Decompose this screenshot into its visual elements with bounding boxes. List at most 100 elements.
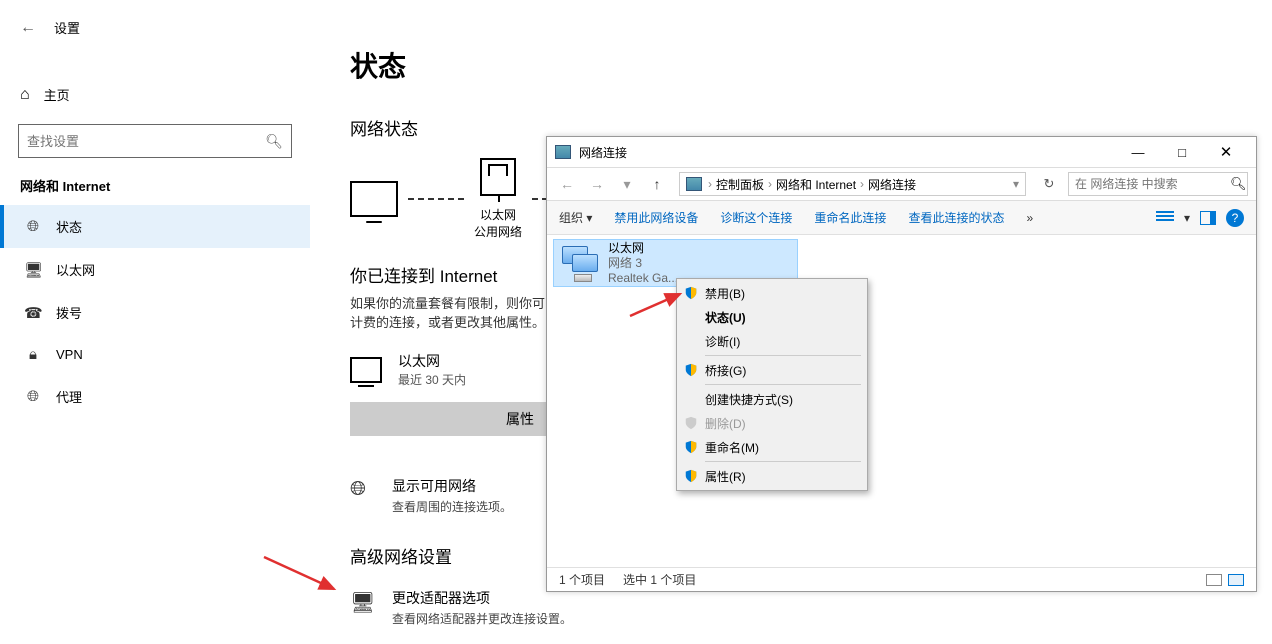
ctx-separator [705, 461, 861, 462]
nc-title: 网络连接 [579, 144, 1116, 161]
home-icon: ⌂ [20, 86, 30, 104]
dialup-icon: ☎︎ [24, 304, 42, 322]
ctx-status[interactable]: 状态(U) [679, 305, 865, 329]
details-view-icon[interactable] [1206, 574, 1222, 586]
settings-title: 设置 [54, 18, 80, 37]
sidebar-item-label: VPN [56, 347, 83, 362]
toolbar-disable[interactable]: 禁用此网络设备 [614, 209, 698, 226]
globe-icon: 🌐︎ [350, 476, 378, 501]
nav-dropdown[interactable]: ▾ [615, 172, 639, 196]
ctx-separator [705, 355, 861, 356]
show-networks-desc: 查看周围的连接选项。 [392, 498, 512, 515]
sidebar-item-proxy[interactable]: 🌐︎ 代理 [0, 375, 310, 418]
diagram-ethernet: 以太网 公用网络 [474, 158, 522, 240]
ethernet-icon: 🖥︎ [24, 261, 42, 279]
adapter-name: 以太网 [608, 241, 678, 256]
ethernet-info-sub: 最近 30 天内 [398, 371, 466, 388]
nc-titlebar: 网络连接 — □ ✕ [547, 137, 1256, 167]
sidebar-home[interactable]: ⌂ 主页 [0, 75, 310, 114]
settings-header: ← 设置 [0, 10, 310, 45]
nc-titlebar-icon [555, 145, 571, 159]
search-icon: 🔍︎ [1230, 176, 1247, 192]
view-mode-icons[interactable] [1206, 574, 1244, 586]
shield-icon [683, 362, 699, 378]
toolbar-view-status[interactable]: 查看此连接的状态 [908, 209, 1004, 226]
large-icons-view-icon[interactable] [1228, 574, 1244, 586]
sidebar-item-label: 拨号 [56, 303, 82, 322]
diagram-line [408, 198, 464, 200]
ctx-rename[interactable]: 重命名(M) [679, 435, 865, 459]
ethernet-icon [480, 158, 516, 196]
adapter-icon: 🖥︎ [350, 588, 378, 615]
refresh-button[interactable]: ↻ [1036, 172, 1062, 196]
nc-navrow: ← → ▾ ↑ › 控制面板 › 网络和 Internet › 网络连接 ▾ ↻… [547, 167, 1256, 201]
minimize-button[interactable]: — [1116, 138, 1160, 166]
breadcrumb[interactable]: › 控制面板 › 网络和 Internet › 网络连接 ▾ [679, 172, 1026, 196]
vpn-icon: 🔒︎ [24, 346, 42, 363]
sidebar-item-label: 代理 [56, 387, 82, 406]
ctx-disable[interactable]: 禁用(B) [679, 281, 865, 305]
sidebar-item-status[interactable]: 🌐︎ 状态 [0, 205, 310, 248]
ctx-shortcut[interactable]: 创建快捷方式(S) [679, 387, 865, 411]
search-input[interactable] [27, 134, 265, 149]
preview-pane-icon[interactable] [1200, 211, 1216, 225]
sidebar-item-dialup[interactable]: ☎︎ 拨号 [0, 291, 310, 334]
back-icon[interactable]: ← [20, 19, 36, 37]
ethernet-info-name: 以太网 [398, 351, 466, 371]
ethernet-info-icon [350, 357, 382, 383]
show-networks-title: 显示可用网络 [392, 476, 512, 496]
chevron-down-icon[interactable]: ▾ [1184, 211, 1190, 225]
adapter-options-link[interactable]: 🖥︎ 更改适配器选项 查看网络适配器并更改连接设置。 [350, 588, 1272, 627]
nav-up-button[interactable]: ↑ [645, 172, 669, 196]
close-button[interactable]: ✕ [1204, 138, 1248, 166]
toolbar-diagnose[interactable]: 诊断这个连接 [720, 209, 792, 226]
sidebar-item-label: 状态 [56, 217, 82, 236]
diagram-eth-sub: 公用网络 [474, 223, 522, 240]
adapter-options-title: 更改适配器选项 [392, 588, 572, 608]
ctx-separator [705, 384, 861, 385]
maximize-button[interactable]: □ [1160, 138, 1204, 166]
nav-back-button[interactable]: ← [555, 172, 579, 196]
shield-icon [683, 468, 699, 484]
page-title: 状态 [350, 45, 1272, 85]
adapter-options-desc: 查看网络适配器并更改连接设置。 [392, 610, 572, 627]
sidebar-item-ethernet[interactable]: 🖥︎ 以太网 [0, 248, 310, 291]
toolbar-organize[interactable]: 组织 ▾ [559, 209, 592, 226]
adapter-icon [560, 244, 600, 282]
status-icon: 🌐︎ [24, 218, 42, 235]
breadcrumb-icon [686, 177, 702, 191]
view-options-icon[interactable] [1156, 211, 1174, 225]
ctx-bridge[interactable]: 桥接(G) [679, 358, 865, 382]
nc-search-input[interactable] [1075, 177, 1230, 191]
shield-icon [683, 415, 699, 431]
home-label: 主页 [44, 85, 70, 104]
ctx-properties[interactable]: 属性(R) [679, 464, 865, 488]
settings-sidebar: ← 设置 ⌂ 主页 🔍︎ 网络和 Internet 🌐︎ 状态 🖥︎ 以太网 ☎… [0, 0, 310, 644]
ctx-delete: 删除(D) [679, 411, 865, 435]
network-connections-window: 网络连接 — □ ✕ ← → ▾ ↑ › 控制面板 › 网络和 Internet… [546, 136, 1257, 592]
breadcrumb-item[interactable]: 控制面板 [716, 176, 764, 193]
adapter-driver: Realtek Ga... [608, 271, 678, 286]
nc-body[interactable]: 以太网 网络 3 Realtek Ga... [547, 235, 1256, 567]
ctx-diagnose[interactable]: 诊断(I) [679, 329, 865, 353]
context-menu: 禁用(B) 状态(U) 诊断(I) 桥接(G) 创建快捷方式(S) 删除(D) … [676, 278, 868, 491]
proxy-icon: 🌐︎ [24, 388, 42, 405]
search-icon: 🔍︎ [265, 133, 283, 150]
shield-icon [683, 285, 699, 301]
status-selected: 选中 1 个项目 [623, 571, 696, 588]
nc-statusbar: 1 个项目 选中 1 个项目 [547, 567, 1256, 591]
pc-icon [350, 181, 398, 217]
breadcrumb-item[interactable]: 网络连接 [868, 176, 916, 193]
nc-searchbox[interactable]: 🔍︎ [1068, 172, 1248, 196]
search-box[interactable]: 🔍︎ [18, 124, 292, 158]
diagram-eth-label: 以太网 [474, 206, 522, 223]
shield-icon [683, 439, 699, 455]
breadcrumb-item[interactable]: 网络和 Internet [776, 176, 856, 193]
help-icon[interactable]: ? [1226, 209, 1244, 227]
nc-toolbar: 组织 ▾ 禁用此网络设备 诊断这个连接 重命名此连接 查看此连接的状态 » ▾ … [547, 201, 1256, 235]
toolbar-rename[interactable]: 重命名此连接 [814, 209, 886, 226]
sidebar-section-title: 网络和 Internet [0, 158, 310, 205]
nav-forward-button[interactable]: → [585, 172, 609, 196]
toolbar-overflow[interactable]: » [1026, 211, 1033, 225]
sidebar-item-vpn[interactable]: 🔒︎ VPN [0, 334, 310, 375]
